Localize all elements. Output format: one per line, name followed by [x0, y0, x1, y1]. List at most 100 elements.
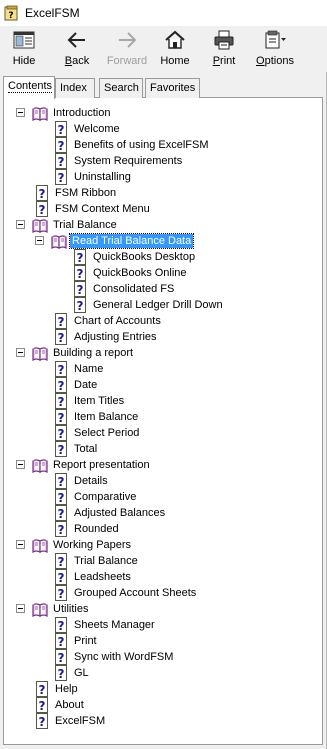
tree-topic-item[interactable]: ? Help: [35, 681, 80, 697]
tree-topic-item[interactable]: ? General Ledger Drill Down: [73, 297, 225, 313]
help-topic-icon: ?: [54, 473, 68, 489]
tree-topic-item[interactable]: ? FSM Context Menu: [35, 201, 152, 217]
collapse-toggle[interactable]: [35, 236, 44, 245]
tree-topic-item[interactable]: ? Trial Balance: [54, 553, 140, 569]
hide-button[interactable]: Hide: [4, 26, 44, 70]
options-button[interactable]: Options: [250, 26, 300, 70]
tab-favorites[interactable]: Favorites: [145, 78, 200, 98]
tree-book-item[interactable]: Read Trial Balance Data: [51, 233, 195, 250]
tree-topic-item[interactable]: ? Print: [54, 633, 99, 649]
tree-topic-item[interactable]: ? Consolidated FS: [73, 281, 176, 297]
collapse-toggle[interactable]: [16, 108, 25, 117]
toolbar: Hide Back Forward Home Print Options: [0, 26, 327, 72]
tree-topic-item[interactable]: ? QuickBooks Online: [73, 265, 189, 281]
tree-book-item[interactable]: Report presentation: [32, 457, 152, 474]
tree-item-label: Trial Balance: [53, 219, 117, 231]
tab-contents[interactable]: Contents: [3, 76, 55, 99]
tree-topic-item[interactable]: ? Item Titles: [54, 393, 126, 409]
home-label: Home: [160, 55, 190, 67]
collapse-toggle[interactable]: [16, 460, 25, 469]
collapse-toggle[interactable]: [16, 220, 25, 229]
tree-topic-item[interactable]: ? Rounded: [54, 521, 121, 537]
svg-text:?: ?: [77, 299, 84, 313]
title-bar[interactable]: ? ExcelFSM: [0, 0, 327, 26]
tree-topic-item[interactable]: ? Date: [54, 377, 99, 393]
options-icon: [263, 29, 287, 51]
tree-item-label: ExcelFSM: [55, 715, 106, 727]
home-icon: [163, 29, 187, 51]
tab-index[interactable]: Index: [55, 78, 95, 98]
tree-book-item[interactable]: Building a report: [32, 345, 135, 362]
tree-topic-item[interactable]: ? Uninstalling: [54, 169, 133, 185]
tree-item-label: Welcome: [74, 123, 120, 135]
help-topic-icon: ?: [35, 697, 49, 713]
tree-book-item[interactable]: Working Papers: [32, 537, 133, 554]
tree-topic-item[interactable]: ? QuickBooks Desktop: [73, 249, 197, 265]
tree-item-label: Adjusting Entries: [74, 331, 157, 343]
collapse-toggle[interactable]: [16, 348, 25, 357]
svg-text:?: ?: [58, 315, 65, 329]
tab-search-label: Search: [104, 82, 139, 94]
forward-arrow-icon: [115, 29, 139, 51]
tree-topic-item[interactable]: ? Leadsheets: [54, 569, 133, 585]
svg-text:?: ?: [58, 139, 65, 153]
tree-book-item[interactable]: Introduction: [32, 105, 112, 122]
tree-topic-item[interactable]: ? Details: [54, 473, 110, 489]
tree-topic-item[interactable]: ? Benefits of using ExcelFSM: [54, 137, 211, 153]
forward-button[interactable]: Forward: [102, 26, 152, 70]
open-book-icon: [32, 105, 48, 122]
tree-item-label: Uninstalling: [74, 171, 131, 183]
tree-item-label: Chart of Accounts: [74, 315, 161, 327]
tree-item-label: Total: [74, 443, 98, 455]
tree-item-label: Trial Balance: [74, 555, 138, 567]
back-button[interactable]: Back: [52, 26, 102, 70]
tree-topic-item[interactable]: ? Welcome: [54, 121, 122, 137]
back-label: Back: [64, 55, 90, 67]
tree-topic-item[interactable]: ? Sheets Manager: [54, 617, 157, 633]
svg-text:?: ?: [39, 187, 46, 201]
tree-topic-item[interactable]: ? Total: [54, 441, 99, 457]
tree-topic-item[interactable]: ? Item Balance: [54, 409, 140, 425]
tree-item-label: FSM Context Menu: [55, 203, 150, 215]
tree-topic-item[interactable]: ? About: [35, 697, 86, 713]
svg-text:?: ?: [58, 155, 65, 169]
tree-item-label: Help: [55, 683, 78, 695]
tree-topic-item[interactable]: ? Grouped Account Sheets: [54, 585, 198, 601]
print-button[interactable]: Print: [202, 26, 246, 70]
home-button[interactable]: Home: [152, 26, 198, 70]
tree-topic-item[interactable]: ? Name: [54, 361, 105, 377]
open-book-icon: [32, 537, 48, 554]
tree-book-item[interactable]: Trial Balance: [32, 217, 119, 234]
print-label: Print: [212, 55, 236, 67]
tree-topic-item[interactable]: ? Comparative: [54, 489, 138, 505]
svg-text:?: ?: [58, 667, 65, 681]
help-topic-icon: ?: [54, 665, 68, 681]
contents-tree-panel[interactable]: Introduction? Welcome? Benefits of using E…: [3, 98, 323, 745]
help-topic-icon: ?: [54, 489, 68, 505]
tree-topic-item[interactable]: ? Adjusting Entries: [54, 329, 159, 345]
help-topic-icon: ?: [54, 361, 68, 377]
tree-topic-item[interactable]: ? FSM Ribbon: [35, 185, 118, 201]
back-arrow-icon: [65, 29, 89, 51]
tree-topic-item[interactable]: ? Adjusted Balances: [54, 505, 167, 521]
tab-search[interactable]: Search: [99, 78, 143, 98]
help-topic-icon: ?: [54, 553, 68, 569]
svg-text:?: ?: [39, 715, 46, 729]
help-topic-icon: ?: [54, 313, 68, 329]
collapse-toggle[interactable]: [16, 604, 25, 613]
help-topic-icon: ?: [54, 585, 68, 601]
tree-topic-item[interactable]: ? GL: [54, 665, 91, 681]
tree-topic-item[interactable]: ? Chart of Accounts: [54, 313, 163, 329]
tree-topic-item[interactable]: ? Select Period: [54, 425, 141, 441]
tree-topic-item[interactable]: ? System Requirements: [54, 153, 184, 169]
tree-book-item[interactable]: Utilities: [32, 601, 90, 618]
tree-topic-item[interactable]: ? ExcelFSM: [35, 713, 107, 729]
tree-topic-item[interactable]: ? Sync with WordFSM: [54, 649, 175, 665]
help-topic-icon: ?: [54, 505, 68, 521]
svg-text:?: ?: [58, 379, 65, 393]
tree-item-label: FSM Ribbon: [55, 187, 117, 199]
tree-item-label: Introduction: [53, 107, 111, 119]
help-topic-icon: ?: [54, 169, 68, 185]
collapse-toggle[interactable]: [16, 540, 25, 549]
tab-index-label: Index: [60, 82, 87, 94]
